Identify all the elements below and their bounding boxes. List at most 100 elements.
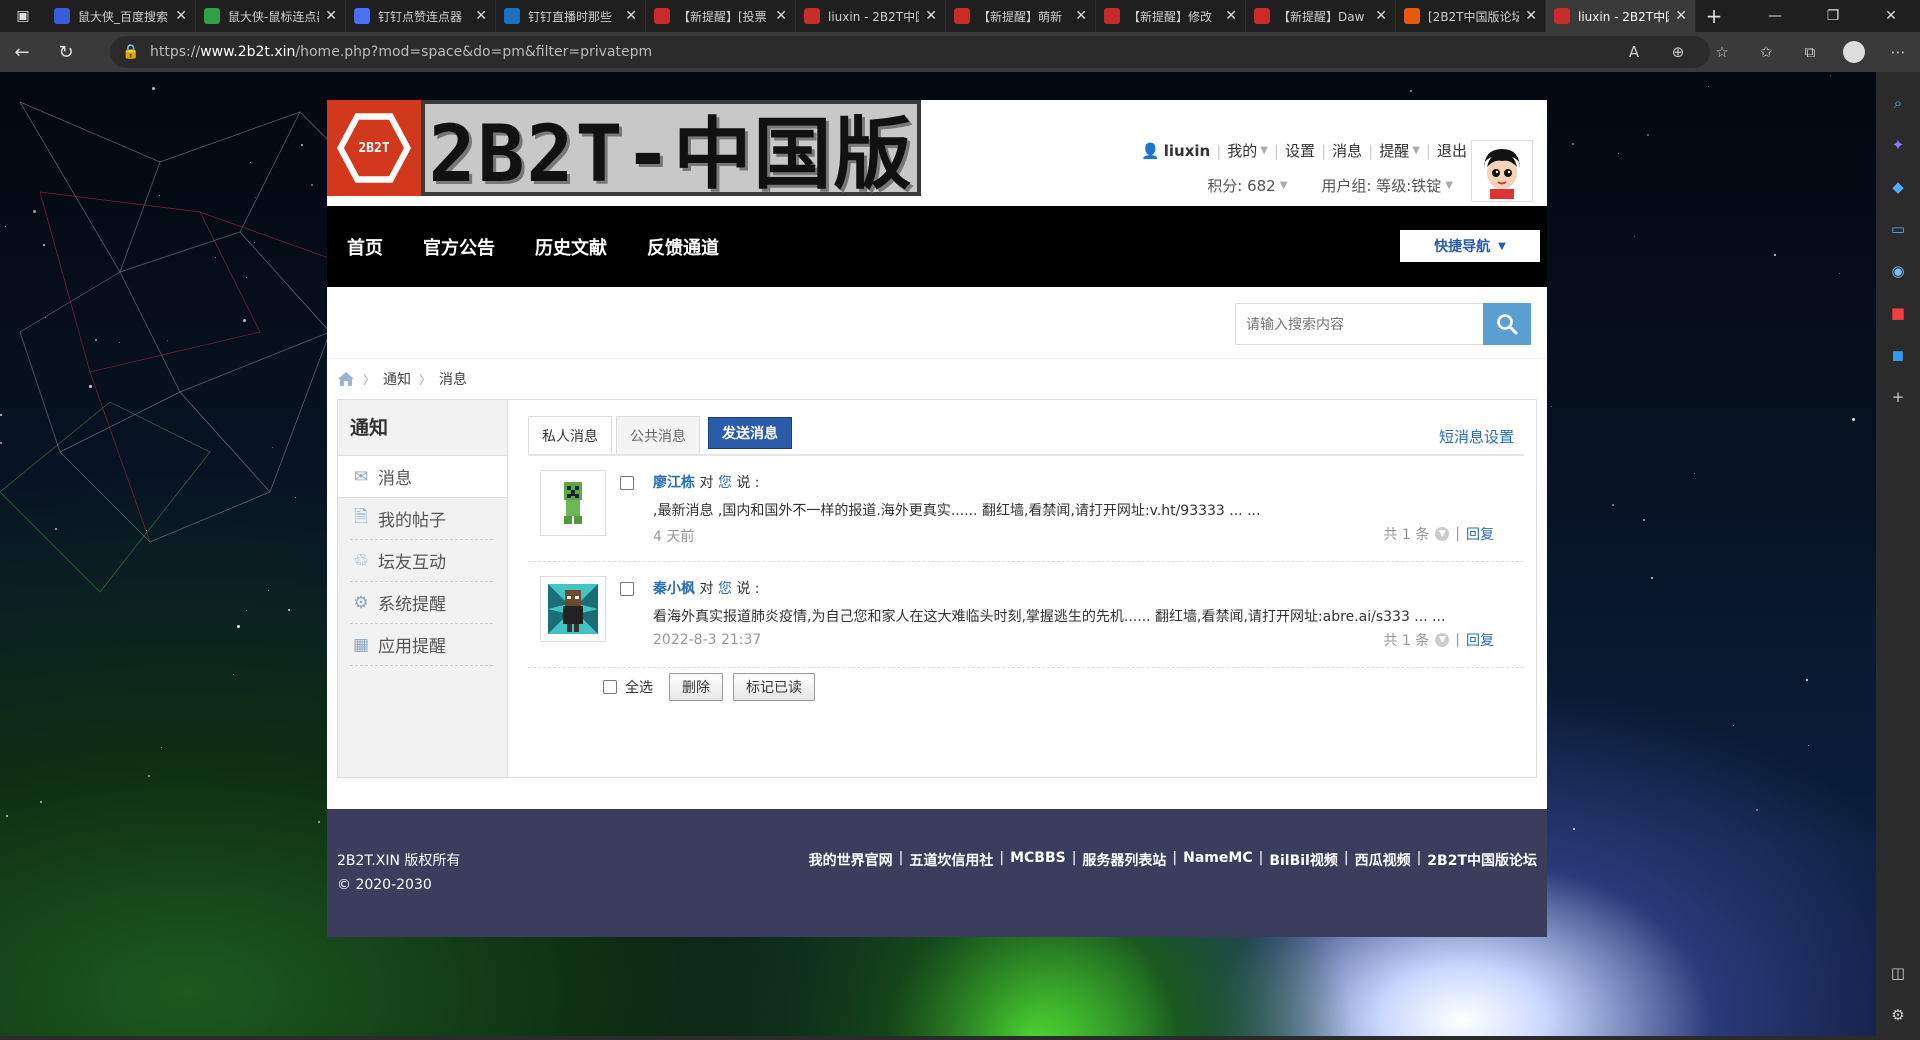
reply-link[interactable]: 回复 <box>1466 630 1494 650</box>
tab-close-icon[interactable]: ✕ <box>925 8 937 24</box>
back-icon[interactable]: ← <box>0 32 44 72</box>
reminders-menu[interactable]: 提醒 <box>1379 140 1409 161</box>
mark-read-button[interactable]: 标记已读 <box>733 673 815 701</box>
split-view-icon[interactable]: ◫ <box>1883 958 1913 988</box>
mine-menu[interactable]: 我的 <box>1227 140 1257 161</box>
tab-private-messages[interactable]: 私人消息 <box>528 416 612 454</box>
footer-link[interactable]: 西瓜视频 <box>1355 850 1411 870</box>
send-message-button[interactable]: 发送消息 <box>708 417 792 449</box>
favorite-star-icon[interactable]: ☆ <box>1700 43 1744 61</box>
sidebar-item-apps[interactable]: ▦ 应用提醒 <box>350 624 493 666</box>
browser-tab[interactable]: 【新提醒】萌新 ✕ <box>946 0 1096 32</box>
select-all-checkbox[interactable] <box>603 680 617 694</box>
tab-public-messages[interactable]: 公共消息 <box>616 416 700 454</box>
expand-icon[interactable]: ▼ <box>1435 527 1450 541</box>
profile-avatar[interactable] <box>1843 41 1865 63</box>
browser-tab[interactable]: 鼠大侠-鼠标连点器 ✕ <box>196 0 346 32</box>
footer-link[interactable]: NameMC <box>1183 850 1252 870</box>
tab-close-icon[interactable]: ✕ <box>625 8 637 24</box>
browser-tab[interactable]: 【新提醒】修改 ✕ <box>1096 0 1246 32</box>
nav-announcements[interactable]: 官方公告 <box>423 234 495 260</box>
office-icon[interactable]: ■ <box>1883 298 1913 328</box>
message-text[interactable]: 看海外真实报道肺炎疫情,为自己您和家人在这大难临头时刻,掌握逃生的先机.....… <box>653 606 1445 626</box>
settings-icon[interactable]: ⚙ <box>1883 1000 1913 1030</box>
nav-feedback[interactable]: 反馈通道 <box>647 234 719 260</box>
browser-tab[interactable]: 【新提醒】Daw ✕ <box>1246 0 1396 32</box>
footer-link[interactable]: 五道坎信用社 <box>909 850 993 870</box>
search-input[interactable] <box>1236 304 1483 344</box>
close-window-icon[interactable]: ✕ <box>1862 0 1920 32</box>
copilot-icon[interactable]: ✦ <box>1883 130 1913 160</box>
nav-history[interactable]: 历史文献 <box>535 234 607 260</box>
home-icon[interactable] <box>337 371 355 387</box>
minimize-icon[interactable]: — <box>1746 0 1804 32</box>
search-icon[interactable]: ⌕ <box>1883 88 1913 118</box>
breadcrumb-messages[interactable]: 消息 <box>439 369 467 389</box>
footer-link[interactable]: BilBil视频 <box>1269 850 1338 870</box>
footer-link[interactable]: 服务器列表站 <box>1082 850 1166 870</box>
sidebar-item-interaction[interactable]: ♲ 坛友互动 <box>350 540 493 582</box>
restore-icon[interactable]: ❐ <box>1804 0 1862 32</box>
sender-link[interactable]: 廖江栋 <box>653 475 695 491</box>
zoom-icon[interactable]: ⊕ <box>1656 43 1700 61</box>
more-menu-icon[interactable]: ⋯ <box>1876 43 1920 61</box>
pm-settings-link[interactable]: 短消息设置 <box>1439 426 1514 447</box>
outlook-icon[interactable]: ◼ <box>1883 340 1913 370</box>
tab-close-icon[interactable]: ✕ <box>1375 8 1387 24</box>
tab-close-icon[interactable]: ✕ <box>1525 8 1537 24</box>
usergroup-menu[interactable]: 用户组: 等级:铁锭 <box>1321 175 1441 196</box>
refresh-icon[interactable]: ↻ <box>44 32 88 72</box>
browser-tab[interactable]: [2B2T中国版论坛 ✕ <box>1396 0 1546 32</box>
messages-link[interactable]: 消息 <box>1332 140 1362 161</box>
sidebar-item-my-posts[interactable]: 🗎 我的帖子 <box>350 498 493 540</box>
footer-link[interactable]: MCBBS <box>1010 850 1066 870</box>
message-checkbox[interactable] <box>620 476 634 490</box>
favorites-icon[interactable]: ✩ <box>1744 43 1788 61</box>
collections-icon[interactable]: ⧉ <box>1788 43 1832 61</box>
browser-tab[interactable]: 鼠大侠_百度搜索 ✕ <box>46 0 196 32</box>
site-logo[interactable]: 2B2T 2B2T-中国版 <box>327 100 921 200</box>
sidebar-item-system[interactable]: ⚙ 系统提醒 <box>350 582 493 624</box>
quick-nav-button[interactable]: 快捷导航 ▼ <box>1400 230 1540 262</box>
browser-tab[interactable]: liuxin - 2B2T中国 ✕ <box>1546 0 1696 32</box>
breadcrumb-notice[interactable]: 通知 <box>383 369 411 389</box>
browser-tab[interactable]: 钉钉直播时那些 ✕ <box>496 0 646 32</box>
tab-close-icon[interactable]: ✕ <box>1075 8 1087 24</box>
tab-actions-icon[interactable]: ▣ <box>0 0 46 32</box>
new-tab-button[interactable]: + <box>1696 4 1732 28</box>
browser-tab[interactable]: liuxin - 2B2T中国 ✕ <box>796 0 946 32</box>
message-text[interactable]: ,最新消息 ,国内和国外不一样的报道.海外更真实...... 翻红墙,看禁闻,请… <box>653 500 1260 520</box>
user-avatar[interactable] <box>1471 140 1533 202</box>
expand-icon[interactable]: ▼ <box>1435 633 1450 647</box>
tab-close-icon[interactable]: ✕ <box>475 8 487 24</box>
url-field[interactable]: 🔒 https://www.2b2t.xin/home.php?mod=spac… <box>110 36 1710 68</box>
add-icon[interactable]: + <box>1883 382 1913 412</box>
logout-link[interactable]: 退出 <box>1437 140 1467 161</box>
tab-close-icon[interactable]: ✕ <box>1675 8 1687 24</box>
message-checkbox[interactable] <box>620 582 634 596</box>
tag-icon[interactable]: ◆ <box>1883 172 1913 202</box>
select-all-label[interactable]: 全选 <box>625 677 653 697</box>
sidebar-item-messages[interactable]: ✉ 消息 <box>338 456 507 498</box>
sender-link[interactable]: 秦小枫 <box>653 581 695 597</box>
tab-close-icon[interactable]: ✕ <box>1225 8 1237 24</box>
delete-button[interactable]: 删除 <box>669 673 723 701</box>
browser-tab[interactable]: 【新提醒】[投票 ✕ <box>646 0 796 32</box>
browser-tab[interactable]: 钉钉点赞连点器 ✕ <box>346 0 496 32</box>
sender-avatar[interactable] <box>540 576 606 642</box>
footer-link[interactable]: 我的世界官网 <box>809 850 893 870</box>
games-icon[interactable]: ◉ <box>1883 256 1913 286</box>
username-link[interactable]: liuxin <box>1164 142 1210 160</box>
search-button[interactable] <box>1483 303 1531 345</box>
tab-close-icon[interactable]: ✕ <box>175 8 187 24</box>
read-aloud-icon[interactable]: A <box>1612 43 1656 61</box>
nav-home[interactable]: 首页 <box>347 234 383 260</box>
briefcase-icon[interactable]: ▭ <box>1883 214 1913 244</box>
reply-link[interactable]: 回复 <box>1466 524 1494 544</box>
sender-avatar[interactable] <box>540 470 606 536</box>
tab-close-icon[interactable]: ✕ <box>325 8 337 24</box>
footer-link[interactable]: 2B2T中国版论坛 <box>1427 850 1537 870</box>
settings-link[interactable]: 设置 <box>1285 140 1315 161</box>
tab-close-icon[interactable]: ✕ <box>775 8 787 24</box>
points-menu[interactable]: 积分: 682 <box>1207 175 1275 196</box>
